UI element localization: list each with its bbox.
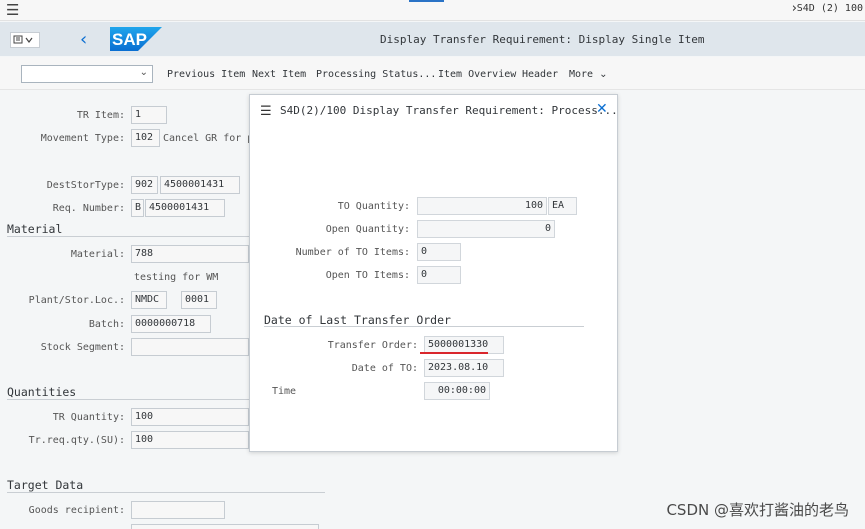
system-info: S4D (2) 100 [796, 3, 863, 14]
toolbar-dropdown[interactable]: ⌄ [21, 65, 153, 83]
material-section-title: Material [7, 222, 63, 236]
dialog-title: S4D(2)/100 Display Transfer Requirement:… [280, 104, 618, 117]
goods-recipient-label: Goods recipient: [28, 505, 125, 516]
svg-text:SAP: SAP [112, 30, 147, 49]
open-quantity-field[interactable]: 0 [417, 220, 555, 238]
batch-label: Batch: [88, 319, 125, 330]
dest-stor-bin-field[interactable]: 4500001431 [160, 176, 240, 194]
os-top-bar: ☰ › S4D (2) 100 [0, 0, 865, 21]
back-arrow-icon[interactable]: ‹ [80, 29, 87, 50]
chevron-down-icon: ⌄ [139, 67, 148, 78]
close-icon[interactable]: ✕ [596, 101, 608, 117]
hamburger-menu-icon[interactable]: ☰ [260, 104, 272, 119]
quantities-section-title: Quantities [7, 385, 77, 399]
tr-quantity-label: TR Quantity: [52, 412, 125, 423]
target-data-section-title: Target Data [7, 478, 84, 492]
open-quantity-label: Open Quantity: [325, 224, 410, 235]
chevron-down-icon: ⌄ [599, 69, 608, 80]
date-of-to-label: Date of TO: [351, 363, 418, 374]
number-of-to-items-label: Number of TO Items: [295, 247, 410, 258]
dest-stor-type-label: DestStorType: [46, 180, 125, 191]
batch-field[interactable]: 0000000718 [131, 315, 211, 333]
material-field[interactable]: 788 [131, 245, 249, 263]
open-to-items-field[interactable]: 0 [417, 266, 461, 284]
last-transfer-order-section-title: Date of Last Transfer Order [264, 313, 451, 327]
material-desc: testing for WM [134, 272, 219, 283]
header-button[interactable]: Header [522, 69, 558, 80]
shell-bar: ‹ SAP Display Transfer Requirement: Disp… [0, 22, 865, 56]
stock-segment-field[interactable] [131, 338, 249, 356]
number-of-to-items-field[interactable]: 0 [417, 243, 461, 261]
section-divider [264, 326, 584, 327]
req-type-field[interactable]: B [131, 199, 144, 217]
transfer-order-label: Transfer Order: [327, 340, 418, 351]
material-label: Material: [70, 249, 125, 260]
tr-req-qty-label: Tr.req.qty.(SU): [28, 435, 125, 446]
plant-label: Plant/Stor.Loc.: [28, 295, 125, 306]
tr-req-qty-field[interactable]: 100 [131, 431, 249, 449]
section-divider [7, 492, 325, 493]
red-underline-annotation [420, 352, 488, 354]
processing-status-button[interactable]: Processing Status... [316, 69, 436, 80]
movement-type-label: Movement Type: [40, 133, 125, 144]
process-dialog: ☰ S4D(2)/100 Display Transfer Requiremen… [249, 94, 618, 452]
section-divider [7, 236, 249, 237]
open-to-items-label: Open TO Items: [325, 270, 410, 281]
time-label: Time [272, 386, 297, 397]
more-label: More [569, 69, 594, 80]
previous-item-button[interactable]: Previous Item [167, 69, 245, 80]
to-quantity-field[interactable]: 100 [417, 197, 547, 215]
more-button[interactable]: More ⌄ [569, 69, 608, 80]
sap-logo: SAP [110, 27, 162, 51]
hamburger-menu-icon[interactable]: ☰ [6, 1, 19, 19]
tr-item-field[interactable]: 1 [131, 106, 167, 124]
date-of-to-field[interactable]: 2023.08.10 [424, 359, 504, 377]
req-number-label: Req. Number: [52, 203, 125, 214]
stock-segment-label: Stock Segment: [40, 342, 125, 353]
watermark: CSDN @喜欢打酱油的老鸟 [666, 501, 849, 519]
goods-recipient-field[interactable] [131, 501, 225, 519]
page-title: Display Transfer Requirement: Display Si… [380, 33, 705, 46]
req-number-field[interactable]: 4500001431 [145, 199, 225, 217]
layout-icon [13, 35, 33, 44]
dest-stor-type-field[interactable]: 902 [131, 176, 158, 194]
storage-location-field[interactable]: 0001 [181, 291, 217, 309]
section-divider [7, 399, 249, 400]
item-overview-button[interactable]: Item Overview [438, 69, 516, 80]
to-quantity-label: TO Quantity: [337, 201, 410, 212]
tr-quantity-field[interactable]: 100 [131, 408, 249, 426]
active-tab-indicator [409, 0, 444, 2]
layout-menu-button[interactable] [10, 32, 40, 48]
next-item-button[interactable]: Next Item [252, 69, 306, 80]
plant-field[interactable]: NMDC [131, 291, 167, 309]
next-field-partial[interactable] [131, 524, 319, 529]
to-quantity-unit-field[interactable]: EA [548, 197, 577, 215]
movement-type-field[interactable]: 102 [131, 129, 160, 147]
time-field[interactable]: 00:00:00 [424, 382, 490, 400]
toolbar: ⌄ Previous Item Next Item Processing Sta… [0, 57, 865, 90]
tr-item-label: TR Item: [76, 110, 125, 121]
